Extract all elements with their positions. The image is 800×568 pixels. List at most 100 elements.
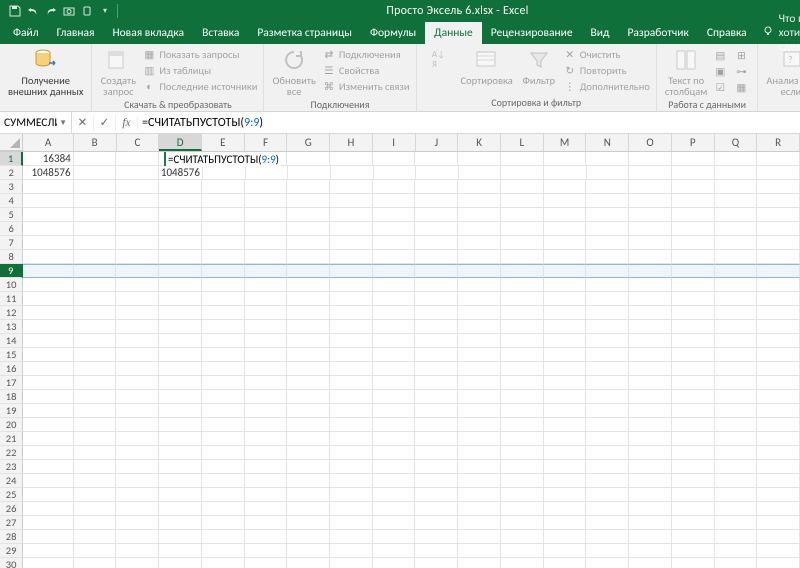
cell-D4[interactable] [159,194,202,208]
cell-J23[interactable] [415,460,458,474]
cell-B8[interactable] [74,250,117,264]
row-header[interactable]: 6 [0,222,23,236]
remove-duplicates-button[interactable]: ▣ [713,64,730,78]
cell-H30[interactable] [330,558,373,568]
cell-Q19[interactable] [715,404,758,418]
cell-O1[interactable] [629,152,672,166]
cell-A16[interactable] [23,362,73,376]
cell-I16[interactable] [373,362,416,376]
cell-K11[interactable] [458,292,501,306]
cell-C25[interactable] [116,488,159,502]
cell-O11[interactable] [629,292,672,306]
cell-R20[interactable] [757,418,800,432]
cell-A4[interactable] [23,194,73,208]
cell-D10[interactable] [159,278,202,292]
cell-R22[interactable] [757,446,800,460]
cell-G14[interactable] [287,334,330,348]
cell-Q8[interactable] [715,250,758,264]
cell-I12[interactable] [373,306,416,320]
cell-M17[interactable] [544,376,587,390]
cell-P22[interactable] [672,446,715,460]
cell-K13[interactable] [458,320,501,334]
cell-K12[interactable] [458,306,501,320]
cell-H6[interactable] [330,222,373,236]
cell-L9[interactable] [501,264,544,278]
cell-Q27[interactable] [715,516,758,530]
cell-C4[interactable] [116,194,159,208]
cell-O30[interactable] [629,558,672,568]
tab-help[interactable]: Справка [698,22,756,44]
cell-B29[interactable] [74,544,117,558]
cell-G6[interactable] [287,222,330,236]
column-header-C[interactable]: C [117,134,160,151]
cell-K22[interactable] [458,446,501,460]
cell-Q20[interactable] [715,418,758,432]
cell-L28[interactable] [501,530,544,544]
row-header[interactable]: 2 [0,166,23,180]
cell-K27[interactable] [458,516,501,530]
cell-K29[interactable] [458,544,501,558]
cell-Q1[interactable] [715,152,758,166]
cell-P14[interactable] [672,334,715,348]
cell-C30[interactable] [116,558,159,568]
cell-K15[interactable] [458,348,501,362]
cell-G12[interactable] [287,306,330,320]
cell-I11[interactable] [373,292,416,306]
cell-I17[interactable] [373,376,416,390]
cell-F13[interactable] [245,320,288,334]
cell-H21[interactable] [330,432,373,446]
cell-M9[interactable] [544,264,587,278]
cell-N4[interactable] [586,194,629,208]
cell-P27[interactable] [672,516,715,530]
cell-M22[interactable] [544,446,587,460]
cell-H22[interactable] [330,446,373,460]
cell-J7[interactable] [415,236,458,250]
cell-M5[interactable] [544,208,587,222]
cell-J2[interactable] [416,166,459,180]
cell-L10[interactable] [501,278,544,292]
cell-E28[interactable] [202,530,245,544]
cell-N15[interactable] [586,348,629,362]
cell-Q12[interactable] [715,306,758,320]
cell-L12[interactable] [501,306,544,320]
cell-R10[interactable] [757,278,800,292]
name-box-input[interactable] [4,116,57,130]
cell-B15[interactable] [74,348,117,362]
cell-I29[interactable] [373,544,416,558]
redo-icon[interactable] [42,2,60,20]
cell-H13[interactable] [330,320,373,334]
cell-D23[interactable] [159,460,202,474]
cell-F18[interactable] [245,390,288,404]
cell-R29[interactable] [757,544,800,558]
cell-H11[interactable] [330,292,373,306]
cell-E25[interactable] [202,488,245,502]
cell-Q25[interactable] [715,488,758,502]
cell-R15[interactable] [757,348,800,362]
cancel-formula-button[interactable]: ✕ [72,115,94,130]
cell-K19[interactable] [458,404,501,418]
row-header[interactable]: 21 [0,432,23,446]
cell-C23[interactable] [116,460,159,474]
cell-K10[interactable] [458,278,501,292]
cell-A20[interactable] [23,418,73,432]
cell-F6[interactable] [245,222,288,236]
cell-Q11[interactable] [715,292,758,306]
row-header[interactable]: 26 [0,502,23,516]
cell-R8[interactable] [757,250,800,264]
cell-H2[interactable] [331,166,374,180]
cell-H8[interactable] [330,250,373,264]
cell-P28[interactable] [672,530,715,544]
cell-I26[interactable] [373,502,416,516]
cell-N9[interactable] [586,264,629,278]
data-validation-button[interactable]: ☑ [713,80,730,94]
cell-F4[interactable] [245,194,288,208]
row-header[interactable]: 14 [0,334,23,348]
cell-D3[interactable] [159,180,202,194]
row-header[interactable]: 22 [0,446,23,460]
cell-K23[interactable] [458,460,501,474]
cell-C16[interactable] [116,362,159,376]
cell-B22[interactable] [74,446,117,460]
cell-M19[interactable] [544,404,587,418]
cell-A19[interactable] [23,404,73,418]
create-query-button[interactable]: Создать запрос [96,45,140,98]
